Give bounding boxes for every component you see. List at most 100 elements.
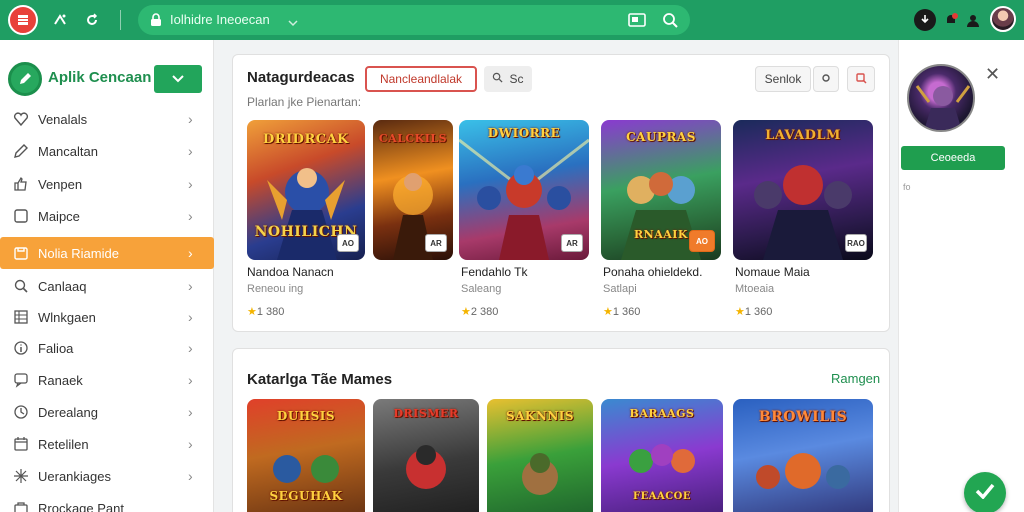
game-title-art: SAKNNIS <box>505 409 575 423</box>
chevron-right-icon: › <box>188 245 193 261</box>
star-icon: ★ <box>247 306 257 318</box>
settings-button[interactable] <box>813 66 839 92</box>
sidebar-item-label: Maipce <box>38 208 80 224</box>
chat-icon <box>12 371 30 389</box>
rating-value: 1 360 <box>612 306 641 318</box>
confirm-fab-button[interactable] <box>964 472 1006 512</box>
section-title: Natagurdeacas <box>247 69 355 86</box>
sidebar-item-ranaek[interactable]: Ranaek › <box>0 365 212 395</box>
game-title-art: SEGUHAK <box>269 489 343 503</box>
filter-chip-active[interactable]: Nancleandlalak <box>365 66 477 92</box>
sidebar-item-label: Uerankiages <box>38 468 111 484</box>
browser-toolbar: Iolhidre Ineoecan <box>0 0 1024 40</box>
sidebar-item-wlnkgaen[interactable]: Wlnkgaen › <box>0 302 212 332</box>
chevron-right-icon: › <box>188 278 193 294</box>
sidebar-item-label: Falioa <box>38 340 74 356</box>
game-developer: Satlapi <box>603 283 637 295</box>
game-name: Nomaue Maia <box>735 265 810 279</box>
game-thumbnail[interactable]: BARAAGS FEAACOE <box>601 399 723 512</box>
picture-in-picture-icon[interactable] <box>628 12 646 33</box>
chevron-right-icon: › <box>188 404 193 420</box>
user-avatar[interactable] <box>990 6 1016 32</box>
game-developer: Saleang <box>461 283 502 295</box>
game-thumbnail[interactable]: BROWILIS <box>733 399 873 512</box>
sidebar-item-label: Wlnkgaen <box>38 309 96 325</box>
sidebar-item-venalals[interactable]: Venalals › <box>0 104 212 134</box>
chevron-right-icon: › <box>188 176 193 192</box>
chevron-right-icon: › <box>188 208 193 224</box>
search-icon[interactable] <box>662 12 678 33</box>
sidebar-item-label: Nolia Riamide <box>38 245 119 261</box>
rating-badge: AO <box>337 234 359 252</box>
sidebar-item-canlaaq[interactable]: Canlaaq › <box>0 271 212 301</box>
sidebar-item-label: Ranaek <box>38 372 83 388</box>
sidebar-item-label: Canlaaq <box>38 278 87 294</box>
alert-button[interactable] <box>847 66 875 92</box>
sidebar-item-label: Venpen <box>38 176 83 192</box>
chevron-right-icon: › <box>188 372 193 388</box>
game-rating: ★1 380 <box>247 305 284 318</box>
game-thumbnail[interactable]: DRIDRCAK NOHILICHN AO <box>247 120 365 260</box>
profile-image[interactable] <box>907 64 975 132</box>
rating-badge: RAO <box>845 234 867 252</box>
sidebar-item-label: Mancaltan <box>38 143 98 159</box>
category-games-card: Katarlga Tãe Mames Ramgen DUHSIS SEGUHAK… <box>232 348 890 512</box>
star-icon: ★ <box>603 306 613 318</box>
sidebar-item-mancaltan[interactable]: Mancaltan › <box>0 136 212 166</box>
featured-games-card: Natagurdeacas Plarlan jke Pienartan: Nan… <box>232 54 890 332</box>
sidebar-item-venpen[interactable]: Venpen › <box>0 169 212 199</box>
bag-icon <box>12 499 30 512</box>
chevron-right-icon: › <box>188 436 193 452</box>
game-rating: ★1 360 <box>603 305 640 318</box>
search-chip[interactable]: Sc <box>484 66 532 92</box>
sidebar-item-uerankiages[interactable]: Uerankiages › <box>0 461 212 491</box>
game-name: Nandoa Nanacn <box>247 265 334 279</box>
see-all-link[interactable]: Ramgen <box>831 371 880 386</box>
sidebar-item-retelilen[interactable]: Retelilen › <box>0 429 212 459</box>
download-icon[interactable] <box>914 9 936 31</box>
folder-icon <box>12 244 30 262</box>
sidebar-item-falioa[interactable]: Falioa › <box>0 333 212 363</box>
rating-value: 2 380 <box>470 306 499 318</box>
search-alert-icon <box>855 72 867 87</box>
gear-icon <box>821 72 831 86</box>
game-rating: ★2 380 <box>461 305 498 318</box>
rating-value: 1 360 <box>744 306 773 318</box>
chevron-down-icon[interactable] <box>288 14 298 32</box>
brand-dropdown-button[interactable] <box>154 65 202 93</box>
sidebar-item-rrockage-pant[interactable]: Rrockage Pant <box>0 493 212 512</box>
notification-bell-icon[interactable] <box>940 9 962 31</box>
sidebar-brand: Aplik Cencaan <box>48 69 152 86</box>
game-thumbnail[interactable]: CAUPRAS RNAAIK AO <box>601 120 721 260</box>
sidebar-item-nolia-riamide[interactable]: Nolia Riamide › <box>0 237 214 269</box>
game-title-art: BARAAGS <box>629 407 695 420</box>
game-thumbnail[interactable]: LAVADLM RAO <box>733 120 873 260</box>
sidebar-item-label: Rrockage Pant <box>38 500 124 512</box>
heart-icon <box>12 110 30 128</box>
game-thumbnail[interactable]: DRISMER <box>373 399 479 512</box>
panel-note: fo <box>903 182 911 192</box>
primary-action-button[interactable]: Ceoeeda <box>901 146 1005 170</box>
sort-button[interactable]: Senlok <box>755 66 811 92</box>
game-title-art: BROWILIS <box>758 409 848 425</box>
game-thumbnail[interactable]: CALCKILS AR <box>373 120 453 260</box>
search-icon <box>492 72 504 86</box>
address-bar[interactable]: Iolhidre Ineoecan <box>138 5 690 35</box>
game-thumbnail[interactable]: DWIORRE AR <box>459 120 589 260</box>
app-logo-icon[interactable] <box>8 5 38 35</box>
refresh-icon[interactable] <box>82 10 102 30</box>
star-icon: ★ <box>735 306 745 318</box>
close-icon[interactable]: ✕ <box>985 64 1000 85</box>
game-title-art: CALCKILS <box>378 132 448 145</box>
game-thumbnail[interactable]: DUHSIS SEGUHAK <box>247 399 365 512</box>
profile-menu-icon[interactable] <box>962 9 984 31</box>
chevron-right-icon: › <box>188 143 193 159</box>
extensions-icon[interactable] <box>50 10 70 30</box>
game-title-art: FEAACOE <box>632 491 692 502</box>
sidebar-item-maipce[interactable]: Maipce › <box>0 201 212 231</box>
game-thumbnail[interactable]: SAKNNIS <box>487 399 593 512</box>
game-title-art: DRISMER <box>393 407 459 420</box>
chevron-down-icon <box>172 70 184 88</box>
chevron-right-icon: › <box>188 309 193 325</box>
sidebar-item-derealang[interactable]: Derealang › <box>0 397 212 427</box>
